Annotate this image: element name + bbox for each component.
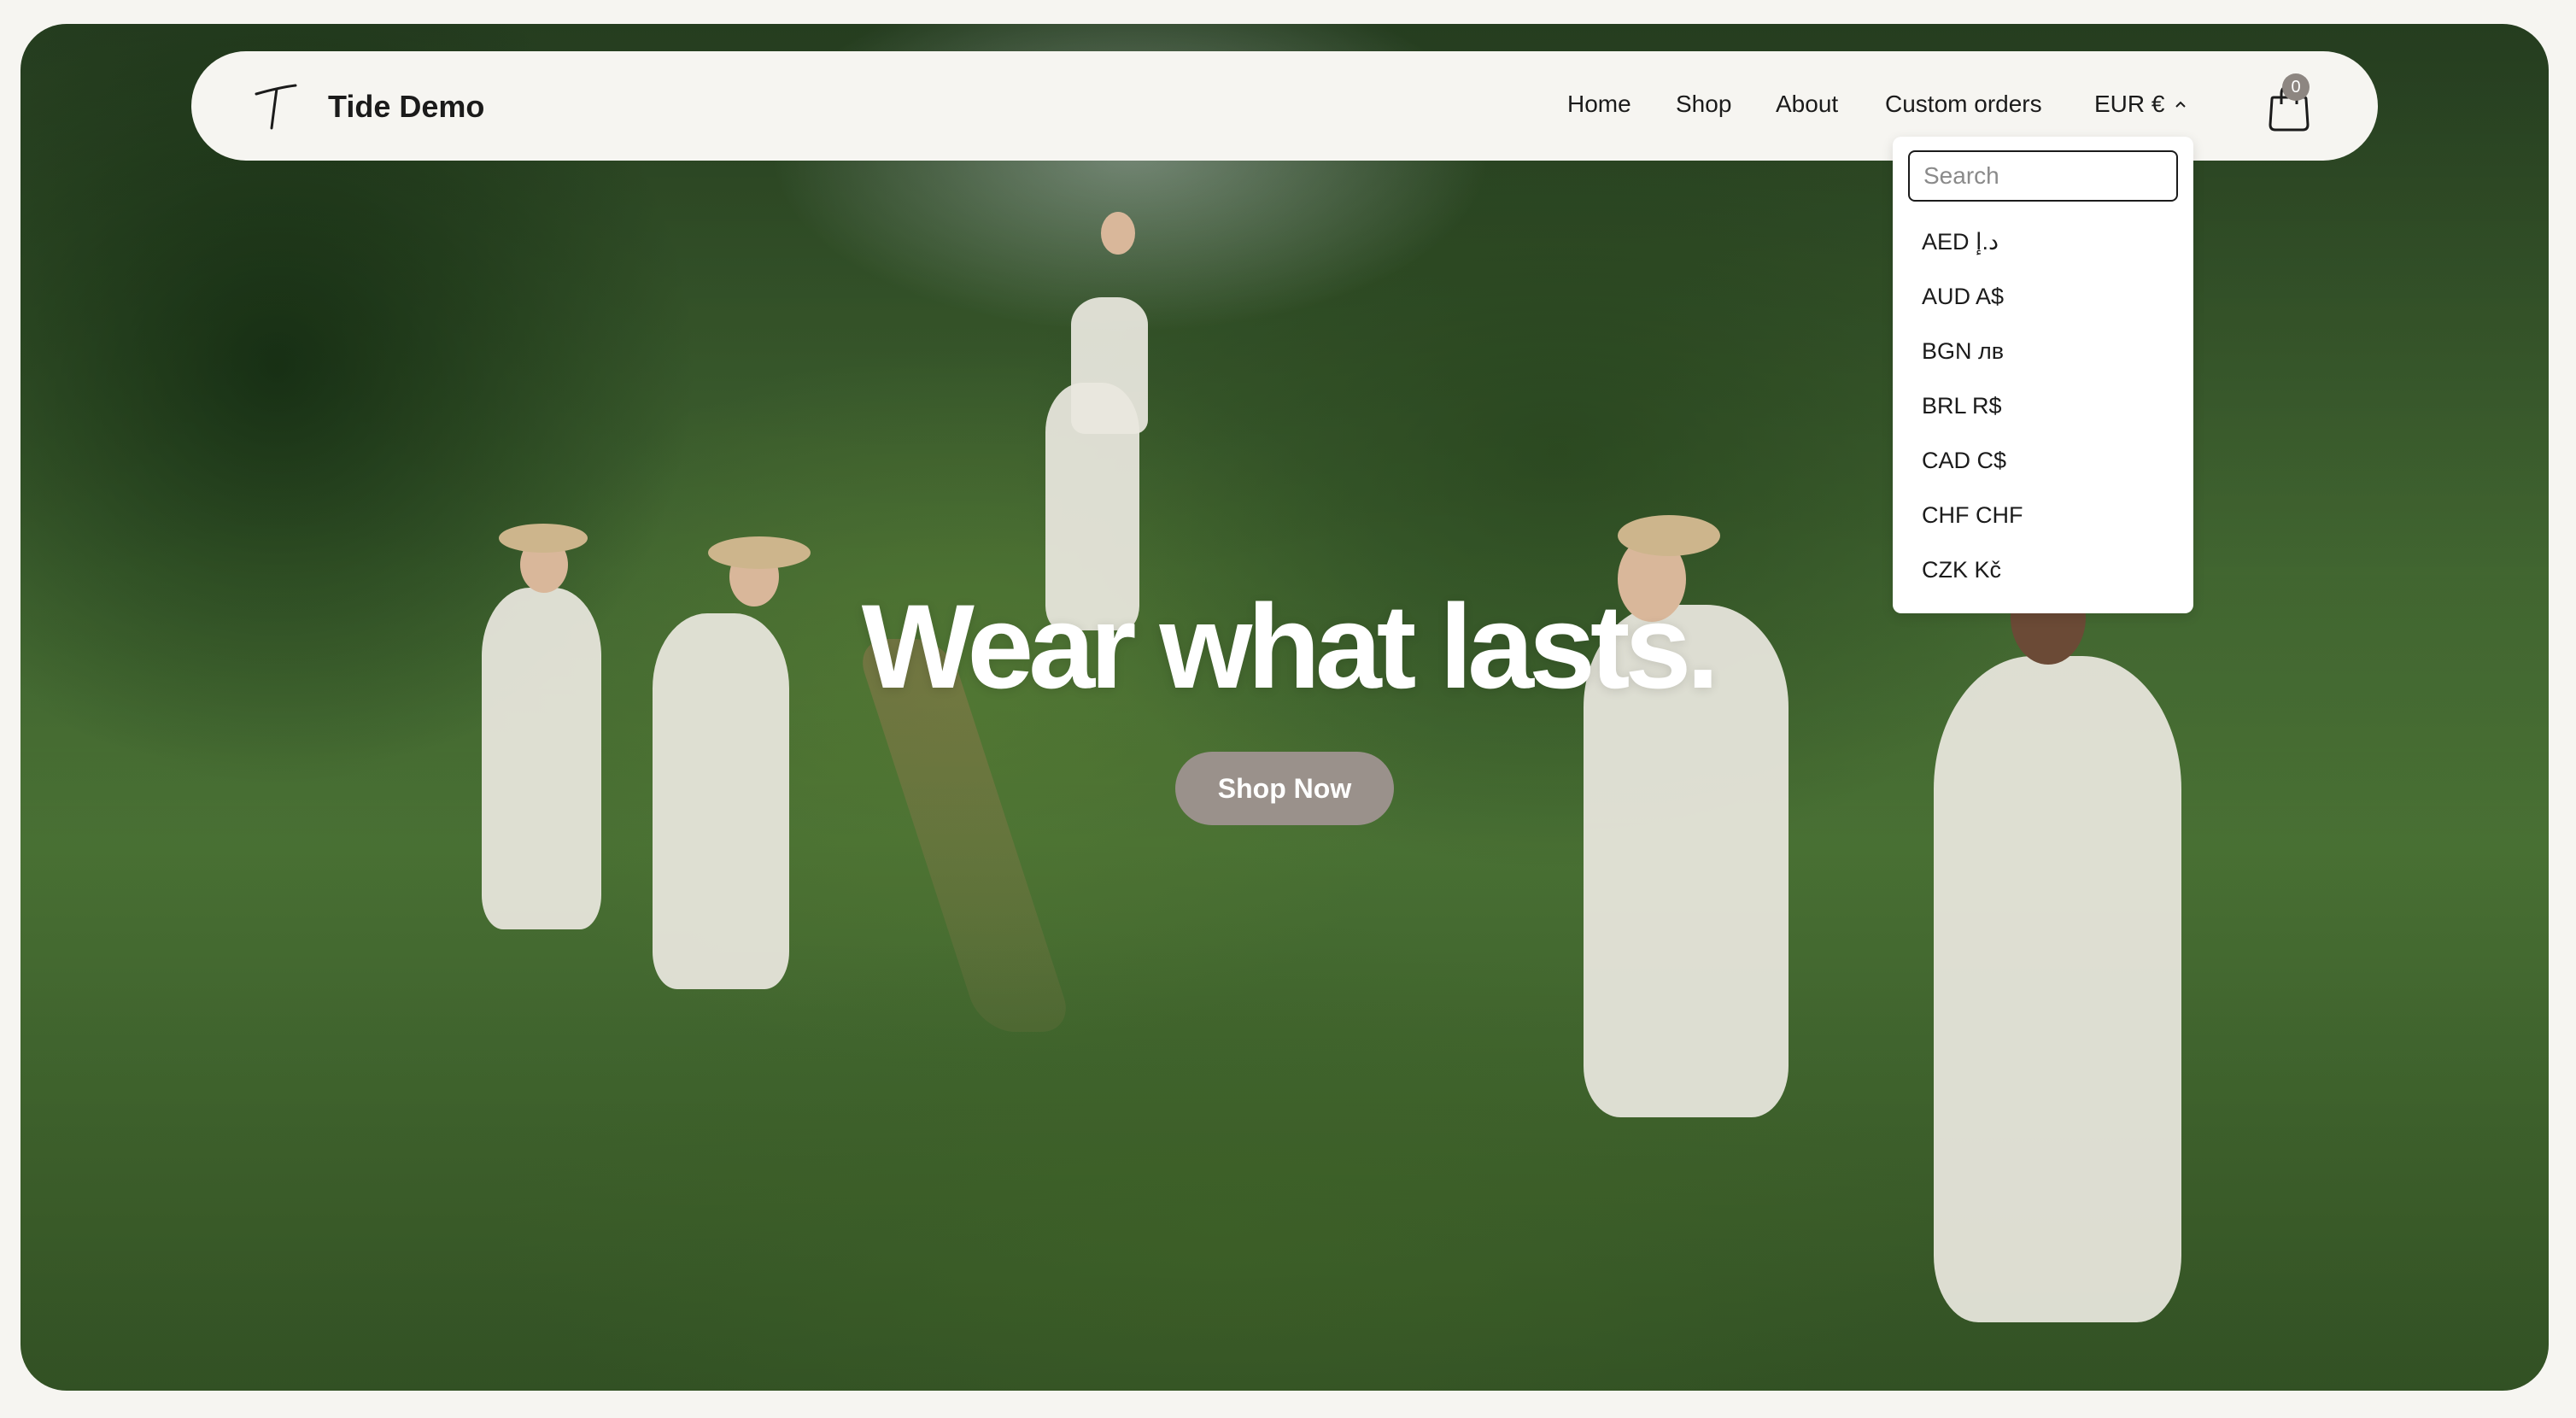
nav-about[interactable]: About	[1776, 91, 1838, 118]
currency-option-aud[interactable]: AUD A$	[1922, 284, 2004, 310]
currency-option-bgn[interactable]: BGN лв	[1922, 338, 2004, 365]
nav-custom-orders[interactable]: Custom orders	[1885, 91, 2042, 118]
brand-logo-icon[interactable]	[251, 82, 299, 132]
currency-dropdown: AED د.إ AUD A$ BGN лв BRL R$ CAD C$ CHF …	[1893, 137, 2193, 613]
currency-option-cad[interactable]: CAD C$	[1922, 448, 2006, 474]
currency-option-aed[interactable]: AED د.إ	[1922, 229, 1999, 255]
hero-figure	[1071, 297, 1148, 434]
brand-name[interactable]: Tide Demo	[328, 89, 484, 125]
hero-figure-hat	[499, 524, 588, 553]
cart-count-badge: 0	[2282, 73, 2310, 101]
hero-figure-head	[1101, 212, 1135, 255]
nav-shop[interactable]: Shop	[1676, 91, 1731, 118]
currency-option-brl[interactable]: BRL R$	[1922, 393, 2002, 419]
shop-now-button[interactable]: Shop Now	[1175, 752, 1394, 825]
hero-figure-hat	[708, 536, 811, 569]
chevron-up-icon	[2175, 101, 2187, 108]
currency-selector[interactable]: EUR €	[2094, 91, 2187, 118]
hero-headline: Wear what lasts.	[861, 579, 1720, 713]
hero-figure	[1934, 656, 2181, 1322]
hero-figure-hat	[1618, 515, 1720, 556]
currency-selector-label: EUR €	[2094, 91, 2165, 117]
currency-search-input[interactable]	[1908, 150, 2178, 202]
nav-home[interactable]: Home	[1567, 91, 1631, 118]
currency-option-chf[interactable]: CHF CHF	[1922, 502, 2023, 529]
